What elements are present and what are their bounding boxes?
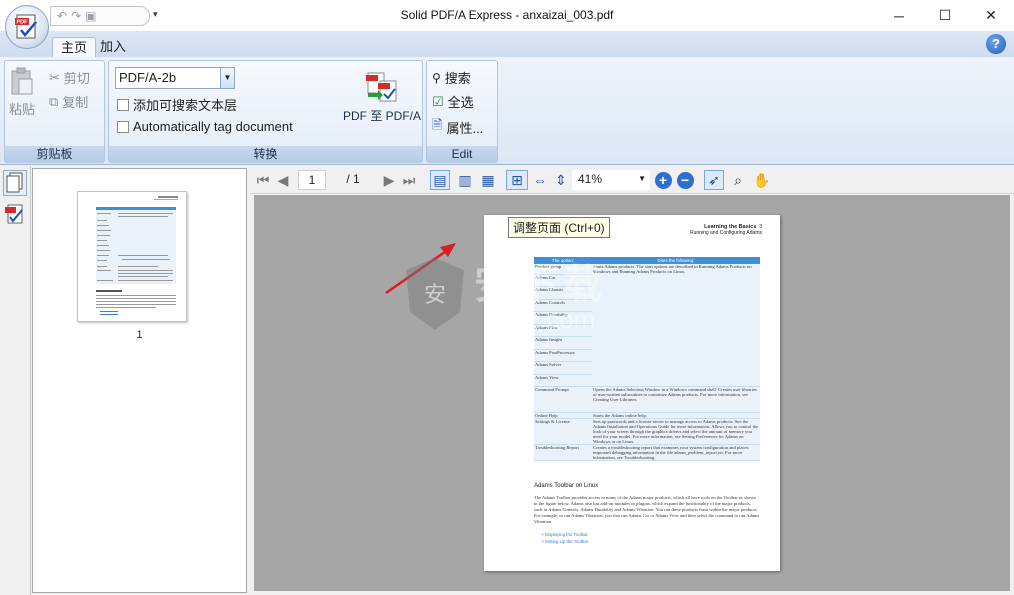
thumbnail-page-number: 1	[136, 329, 143, 341]
searchable-text-checkbox[interactable]: 添加可搜索文本层	[117, 95, 237, 114]
convert-group-label: 转换	[109, 146, 422, 162]
thumbnail-panel: 1	[32, 168, 247, 593]
side-panel-rail	[0, 166, 31, 595]
properties-icon: 🗎	[432, 117, 443, 132]
convert-group: PDF/A-2b ▼ 添加可搜索文本层 Automatically tag do…	[108, 60, 423, 163]
next-page-icon[interactable]: ▶	[382, 170, 396, 190]
pdfa-format-select[interactable]: PDF/A-2b ▼	[115, 67, 235, 89]
document-view[interactable]: 调整页面 (Ctrl+0) Learning the Basics 3 Runn…	[254, 195, 1010, 591]
ribbon: 粘贴 ✂ 剪切 ⧉ 复制 剪贴板 PDF/A-2b ▼ 添加可搜索文本层 Aut…	[0, 57, 1014, 165]
cut-button[interactable]: ✂ 剪切	[49, 68, 90, 87]
section-body: The Adams Toolbar provides access to man…	[534, 495, 760, 524]
svg-text:PDF: PDF	[17, 20, 29, 26]
zoom-select[interactable]: 41% ▼	[572, 170, 650, 190]
first-page-icon[interactable]: ⏮	[256, 170, 270, 190]
checkbox-icon	[117, 98, 129, 111]
search-button[interactable]: ⚲ 搜索	[432, 68, 471, 87]
pdfa-panel-button[interactable]	[3, 202, 27, 228]
viewer-toolbar: ⏮ ◀ 1 / 1 ▶ ⏭ ▤ ▥ ▦ ⊞ ⇔ ⇕ 41% ▼ + − ➶ ⌕ …	[250, 166, 1014, 194]
ribbon-tab-bar: 主页 加入 ?	[0, 31, 1014, 57]
close-button[interactable]: ✕	[968, 0, 1014, 31]
select-cursor-icon[interactable]: ➶	[704, 170, 724, 190]
watermark: 安 安下载 anxz.com	[400, 250, 630, 340]
tab-add[interactable]: 加入	[92, 37, 134, 57]
pdf-to-pdfa-label: PDF 至 PDF/A	[343, 109, 422, 123]
auto-tag-label: Automatically tag document	[133, 119, 293, 134]
copy-label: 复制	[62, 95, 89, 110]
fit-page-tooltip: 调整页面 (Ctrl+0)	[508, 217, 610, 238]
checkbox-icon	[117, 120, 129, 133]
zoom-in-icon[interactable]: +	[654, 170, 672, 190]
watermark-text: 安下载	[474, 263, 606, 307]
window-title: Solid PDF/A Express - anxaizai_003.pdf	[400, 8, 614, 22]
edit-group-label: Edit	[427, 146, 497, 162]
hand-tool-icon[interactable]: ✋	[752, 170, 772, 190]
table-row: Command Prompt Opens the Adams Selection …	[534, 386, 760, 413]
maximize-button[interactable]: ☐	[922, 0, 968, 31]
select-all-label: 全选	[447, 95, 474, 110]
clipboard-group-label: 剪贴板	[5, 146, 104, 162]
chevron-down-icon[interactable]: ▼	[220, 68, 234, 88]
pages-icon	[6, 172, 23, 193]
watermark-subtext: anxz.com	[484, 304, 596, 334]
title-bar: ↶ ↷ ▣ ▾ Solid PDF/A Express - anxaizai_0…	[0, 0, 1014, 31]
pdf-logo-icon: PDF	[15, 14, 37, 39]
scissors-icon: ✂	[49, 69, 60, 85]
page-thumbnail[interactable]	[77, 191, 187, 322]
fit-height-icon[interactable]: ⇕	[552, 170, 570, 190]
total-pages-label: / 1	[346, 172, 360, 186]
select-all-button[interactable]: ☑ 全选	[432, 92, 474, 111]
auto-tag-checkbox[interactable]: Automatically tag document	[117, 119, 293, 134]
single-page-view-icon[interactable]: ▤	[430, 170, 450, 190]
last-page-icon[interactable]: ⏭	[402, 170, 416, 190]
section-links: • Displaying the Toolbar • Setting Up th…	[542, 532, 589, 544]
select-all-icon: ☑	[432, 93, 444, 109]
page-header: Learning the Basics 3 Running and Config…	[690, 224, 762, 236]
paste-button[interactable]: 粘贴	[9, 67, 35, 118]
paste-icon	[11, 67, 33, 95]
table-row: Settings & License Sets up passwords and …	[534, 418, 760, 445]
current-page-input[interactable]: 1	[298, 170, 326, 190]
properties-button[interactable]: 🗎 属性...	[432, 116, 483, 138]
paste-label: 粘贴	[9, 102, 36, 117]
pages-panel-button[interactable]	[3, 170, 27, 196]
edit-group: ⚲ 搜索 ☑ 全选 🗎 属性... Edit	[426, 60, 498, 163]
prev-page-icon[interactable]: ◀	[276, 170, 290, 190]
clipboard-group: 粘贴 ✂ 剪切 ⧉ 复制 剪贴板	[4, 60, 105, 163]
fit-page-icon[interactable]: ⊞	[506, 170, 528, 190]
link-displaying-toolbar[interactable]: Displaying the Toolbar	[545, 532, 588, 537]
link-setting-up-toolbar[interactable]: Setting Up the Toolbar	[545, 539, 588, 544]
thumbnail-preview	[96, 196, 178, 315]
copy-icon: ⧉	[49, 93, 59, 109]
section-title: Adams Toolbar on Linux	[534, 483, 599, 489]
marquee-zoom-icon[interactable]: ⌕	[728, 170, 748, 190]
pdf-check-icon	[5, 204, 23, 224]
pdf-convert-icon	[366, 72, 397, 102]
table-row: Troubleshooting Report Creates a troubles…	[534, 444, 760, 461]
pdf-to-pdfa-button[interactable]: PDF 至 PDF/A	[343, 71, 421, 124]
zoom-out-icon[interactable]: −	[676, 170, 694, 190]
zoom-dropdown-icon[interactable]: ▼	[638, 170, 646, 188]
binoculars-icon: ⚲	[432, 70, 441, 85]
help-icon[interactable]: ?	[986, 34, 1006, 54]
continuous-view-icon[interactable]: ▥	[455, 170, 475, 190]
svg-text:安: 安	[424, 283, 446, 308]
two-page-view-icon[interactable]: ▦	[478, 170, 498, 190]
properties-label: 属性...	[446, 120, 484, 136]
minimize-button[interactable]: ─	[876, 0, 922, 31]
cut-label: 剪切	[63, 71, 90, 86]
app-menu-button[interactable]: PDF	[5, 5, 49, 49]
fit-width-icon[interactable]: ⇔	[530, 170, 550, 190]
search-label: 搜索	[444, 71, 471, 86]
tab-home[interactable]: 主页	[52, 37, 97, 57]
shield-logo-icon: 安	[406, 258, 464, 330]
searchable-text-label: 添加可搜索文本层	[133, 98, 238, 113]
copy-button[interactable]: ⧉ 复制	[49, 92, 88, 111]
